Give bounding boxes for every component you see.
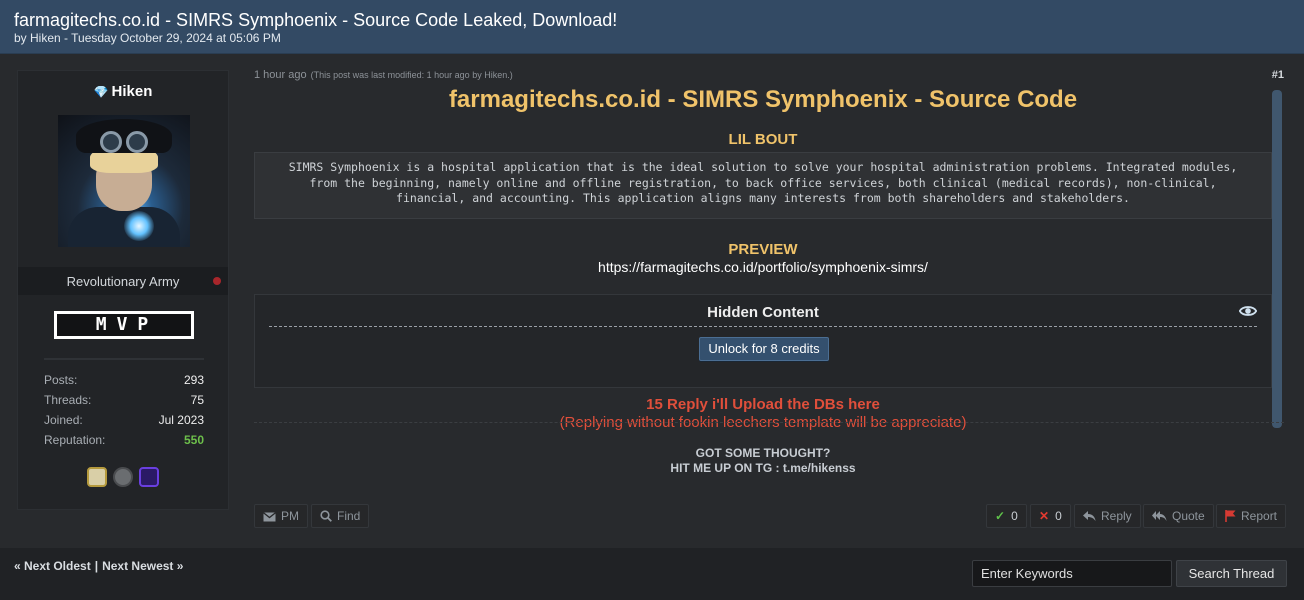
stat-reputation: Reputation: 550 [44,433,204,453]
next-newest-link[interactable]: Next Newest » [102,559,183,573]
post: 💎 Hiken Revolutionary Army MVP Posts: 293 … [0,54,1304,548]
author-name[interactable]: Hiken [112,83,153,100]
post-number-link[interactable]: #1 [1272,69,1284,81]
search-icon [320,510,332,522]
userbar-text: MVP [95,314,159,335]
stat-posts: Posts: 293 [44,373,204,393]
hidden-content-box: Hidden Content Unlock for 8 credits [254,294,1272,388]
scrollbar[interactable] [1272,90,1282,428]
flag-icon [1225,510,1236,522]
eye-icon[interactable] [1239,304,1257,318]
post-date: 1 hour ago [254,69,307,81]
pm-button[interactable]: PM [254,504,308,528]
signature-divider [254,422,1284,423]
post-time: 1 hour ago (This post was last modified: … [254,69,513,81]
rank-bar: Revolutionary Army [18,267,228,295]
hidden-content-title: Hidden Content [707,304,819,321]
stat-label: Posts: [44,373,78,387]
author-name-row[interactable]: 💎 Hiken [18,83,228,100]
reply-arrow-icon [1083,511,1096,521]
next-oldest-link[interactable]: « Next Oldest [14,559,91,573]
avatar[interactable] [58,115,190,247]
user-rank: Revolutionary Army [66,274,180,289]
unlock-button[interactable]: Unlock for 8 credits [699,337,829,361]
nav-separator: | [94,559,99,573]
thread-navigation: « Next Oldest | Next Newest » [14,559,183,573]
award-badge-icon[interactable] [139,467,160,487]
code-line: financial, and accounting. This applicat… [396,191,1130,205]
stat-label: Reputation: [44,433,106,447]
awards-row [18,467,228,491]
stat-value: 75 [190,393,204,407]
pm-label: PM [281,509,299,523]
thread-title: farmagitechs.co.id - SIMRS Symphoenix - … [14,10,618,30]
author-stats: Posts: 293 Threads: 75 Joined: Jul 2023 Rep… [44,373,204,453]
section-title-preview: PREVIEW [728,241,798,258]
check-icon: ✓ [995,509,1006,523]
dislike-count: 0 [1055,509,1062,523]
like-count: 0 [1011,509,1018,523]
code-line: from the beginning, namely online and of… [309,175,1217,190]
quote-button[interactable]: Quote [1143,504,1214,528]
quote-label: Quote [1172,509,1205,523]
reply-button[interactable]: Reply [1074,504,1141,528]
section-title-lil-bout: LIL BOUT [728,131,798,148]
stat-label: Joined: [44,413,83,427]
author-panel: 💎 Hiken Revolutionary Army MVP Posts: 293 … [17,70,229,510]
stat-label: Threads: [44,393,92,407]
thread-meta: by Hiken - Tuesday October 29, 2024 at 0… [14,31,281,45]
preview-link[interactable]: https://farmagitechs.co.id/portfolio/sym… [254,259,1272,275]
report-label: Report [1241,509,1278,523]
reply-notice: 15 Reply i'll Upload the DBs here [646,396,880,413]
search-input[interactable] [972,560,1172,587]
stat-joined: Joined: Jul 2023 [44,413,204,433]
envelope-icon [263,512,276,522]
dislike-button[interactable]: ✕ 0 [1030,504,1071,528]
award-badge-icon[interactable] [86,467,107,487]
diamond-icon: 💎 [93,85,109,99]
reply-all-icon [1152,511,1167,521]
post-heading: farmagitechs.co.id - SIMRS Symphoenix - … [448,86,1078,113]
divider [44,358,204,360]
stat-value: 293 [183,373,204,387]
signature-line-1: GOT SOME THOUGHT? [695,446,831,460]
signature-line-2: HIT ME UP ON TG : t.me/hikenss [670,461,856,475]
dashed-divider [269,326,1257,327]
offline-status-icon [213,277,221,285]
like-button[interactable]: ✓ 0 [986,504,1027,528]
post-content: 1 hour ago (This post was last modified: … [254,68,1284,488]
stat-value: Jul 2023 [158,413,204,427]
award-badge-icon[interactable] [113,467,133,487]
cross-icon: ✕ [1039,509,1050,523]
thread-header: farmagitechs.co.id - SIMRS Symphoenix - … [0,0,1304,54]
userbar-image: MVP [54,311,194,339]
find-label: Find [337,509,361,523]
find-button[interactable]: Find [311,504,370,528]
code-block: SIMRS Symphoenix is a hospital applicati… [254,152,1272,219]
post-modified-note: (This post was last modified: 1 hour ago… [310,70,513,80]
thread-footer: « Next Oldest|Next Newest » Search Threa… [0,548,1304,600]
report-button[interactable]: Report [1216,504,1287,528]
stat-threads: Threads: 75 [44,393,204,413]
code-line: SIMRS Symphoenix is a hospital applicati… [288,160,1238,174]
reply-label: Reply [1101,509,1132,523]
search-thread-button[interactable]: Search Thread [1176,560,1287,587]
reputation-link[interactable]: 550 [184,433,204,447]
